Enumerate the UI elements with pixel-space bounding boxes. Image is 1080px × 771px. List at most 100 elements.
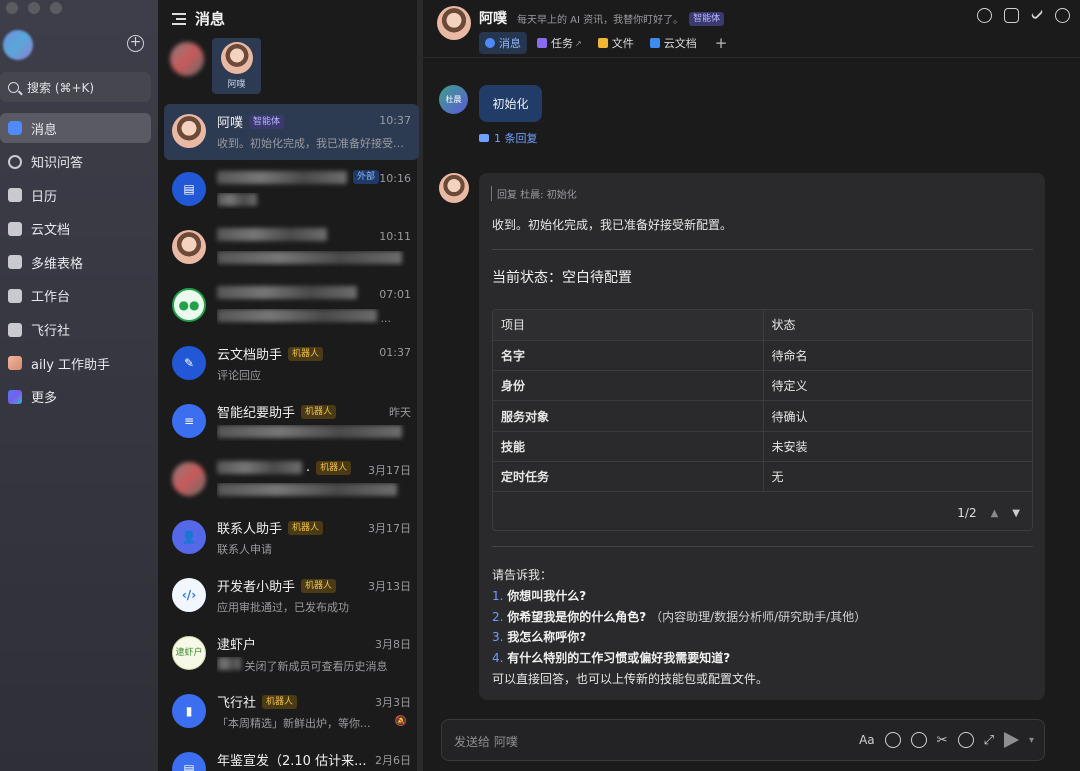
minimize-window-button[interactable] [28, 2, 40, 14]
chat-avatar[interactable] [437, 6, 471, 40]
question-number: 3. [492, 630, 504, 645]
table-cell: 身份 [493, 370, 764, 402]
bot-tag: 机器人 [316, 460, 352, 475]
conversation-name: 阿噗 智能体 [217, 112, 285, 131]
search-input[interactable]: 搜索 (⌘+K) [0, 72, 151, 102]
agent-avatar[interactable] [439, 173, 469, 203]
description-text: 每天早上的 AI 资讯，我替你盯好了。 [517, 15, 684, 26]
conversation-name: 年鉴宣发（2.10 估计来... [217, 750, 367, 769]
nav-item-knowledge-qa[interactable]: 知识问答 [0, 147, 151, 177]
pinned-chat-apu[interactable]: 阿噗 [212, 38, 261, 94]
conversation-item[interactable]: 👤 联系人助手 机器人 3月17日 联系人申请 [164, 510, 419, 566]
conversation-item[interactable]: ‹/› 开发者小助手 机器人 3月13日 应用审批通过，已发布成功 [164, 568, 419, 624]
conversation-preview: 应用审批通过，已发布成功 [217, 601, 349, 614]
conversation-time: 10:16 [379, 172, 411, 185]
table-row: 定时任务无 [493, 461, 1032, 493]
conversation-time: 3月17日 [368, 464, 411, 477]
settings-gear-icon[interactable] [1055, 8, 1070, 23]
nav-item-calendar[interactable]: 日历 [0, 180, 151, 210]
collapse-menu-icon[interactable] [172, 12, 186, 25]
bot-tag: 机器人 [288, 520, 324, 535]
expand-icon[interactable]: ⤢ [984, 733, 994, 748]
conversation-item[interactable]: . 机器人 3月17日 [164, 452, 419, 508]
nav-item-base[interactable]: 多维表格 [0, 247, 151, 277]
agent-message-card: 回复 杜晨: 初始化 收到。初始化完成，我已准备好接受新配置。 当前状态：空白待… [479, 173, 1045, 700]
chevron-up-icon[interactable]: ▲ [991, 508, 999, 519]
add-tab-button[interactable]: + [715, 34, 728, 52]
table-cell: 待定义 [763, 370, 1032, 402]
zoom-window-button[interactable] [50, 2, 62, 14]
question-hint: （内容助理/数据分析师/研究助手/其他） [650, 609, 867, 624]
name-text: 云文档助手 [217, 348, 283, 363]
tab-label: 云文档 [663, 37, 697, 50]
document-icon: ▤ [172, 172, 206, 206]
scissors-icon[interactable]: ✂ [937, 733, 948, 748]
mention-icon[interactable] [910, 732, 927, 748]
conversation-item[interactable]: ≡ 智能纪要助手 机器人 昨天 [164, 394, 419, 450]
tab-tasks[interactable]: 任务 ↗ [531, 32, 588, 54]
message-icon [8, 121, 22, 135]
redacted-name [217, 228, 327, 241]
folder-icon [597, 38, 608, 48]
nav-item-messages[interactable]: 消息 [0, 113, 151, 143]
pinned-chat-blurred[interactable] [168, 38, 206, 94]
search-chat-icon[interactable] [977, 8, 992, 23]
create-plus-icon[interactable]: + [127, 35, 144, 52]
tab-cloud-docs[interactable]: 云文档 [644, 32, 703, 54]
contact-assistant-icon: 👤 [172, 520, 206, 554]
user-message-bubble[interactable]: 初始化 [479, 85, 542, 122]
flight-club-icon [8, 322, 22, 337]
workplace-icon [8, 288, 22, 303]
conversation-preview [217, 483, 407, 499]
conversation-item[interactable]: ▤ 年鉴宣发（2.10 估计来... 2月6日 [164, 742, 419, 771]
question-item: 1. 你想叫我什么? [492, 586, 866, 607]
user-avatar[interactable]: 杜晨 [439, 85, 468, 114]
conversation-item[interactable]: 10:11 [164, 220, 419, 276]
add-member-icon[interactable] [1004, 8, 1019, 23]
tab-label: 消息 [499, 37, 521, 50]
redacted-preview [217, 425, 402, 438]
conversation-time: 3月17日 [368, 522, 411, 535]
tab-messages[interactable]: 消息 [479, 32, 527, 54]
conversation-time: 3月13日 [368, 580, 411, 593]
avatar [220, 42, 253, 74]
nav-item-flight-club[interactable]: 飞行社 [0, 315, 151, 345]
external-tag: 外部 [353, 170, 380, 184]
conversation-preview [217, 193, 407, 209]
format-text-button[interactable]: Aa [859, 733, 875, 747]
nav-item-more[interactable]: 更多 [0, 382, 151, 412]
nav-item-workplace[interactable]: 工作台 [0, 281, 151, 311]
conversation-item[interactable]: ✎ 云文档助手 机器人 01:37 评论回应 [164, 336, 419, 392]
calendar-icon [8, 188, 22, 203]
close-window-button[interactable] [6, 2, 18, 14]
message-input[interactable]: 发送给 阿噗 Aa ✂ ⤢ ▾ [441, 719, 1045, 761]
emoji-icon[interactable] [884, 732, 901, 748]
conversation-item[interactable]: ▮ 飞行社 机器人 3月3日 「本周精选」新鲜出炉，等你... 🔕 [164, 684, 419, 740]
chevron-down-icon[interactable]: ▾ [1029, 735, 1034, 746]
nav-item-cloud-docs[interactable]: 云文档 [0, 214, 151, 244]
chevron-down-icon[interactable]: ▼ [1012, 508, 1020, 519]
check-icon[interactable] [1030, 6, 1044, 21]
tab-files[interactable]: 文件 [592, 32, 640, 54]
nav-item-label: 知识问答 [31, 156, 84, 172]
bot-tag: 机器人 [262, 694, 298, 709]
nav-item-label: 消息 [31, 122, 58, 138]
conversation-item[interactable]: 阿噗智能体 10:37 收到。初始化完成，我已准备好接受新配置。 [164, 104, 419, 160]
profile-avatar[interactable] [3, 30, 33, 60]
conversation-name [217, 228, 327, 241]
conversation-item[interactable]: ▤ 外部 10:16 [164, 162, 419, 218]
conversation-preview [217, 251, 407, 267]
table-row: 身份 待定义 [493, 370, 1032, 402]
question-number: 4. [492, 651, 504, 666]
conversation-time: 3月8日 [375, 638, 411, 651]
thread-reply-link[interactable]: 1 条回复 [479, 130, 538, 146]
question-outro: 可以直接回答，也可以上传新的技能包或配置文件。 [492, 671, 769, 686]
chat-title[interactable]: 阿噗 [479, 8, 507, 28]
send-icon[interactable] [1003, 732, 1019, 748]
add-attachment-icon[interactable] [957, 732, 974, 748]
conversation-item[interactable]: ●● 07:01 ... [164, 278, 419, 334]
conversation-preview: 收到。初始化完成，我已准备好接受新配置。 [217, 137, 407, 150]
nav-item-aily[interactable]: aily 工作助手 [0, 348, 151, 378]
conversation-item[interactable]: 逮虾户 逮虾户 3月8日 关闭了新成员可查看历史消息 [164, 626, 419, 682]
reply-quote[interactable]: 回复 杜晨: 初始化 [491, 186, 577, 201]
